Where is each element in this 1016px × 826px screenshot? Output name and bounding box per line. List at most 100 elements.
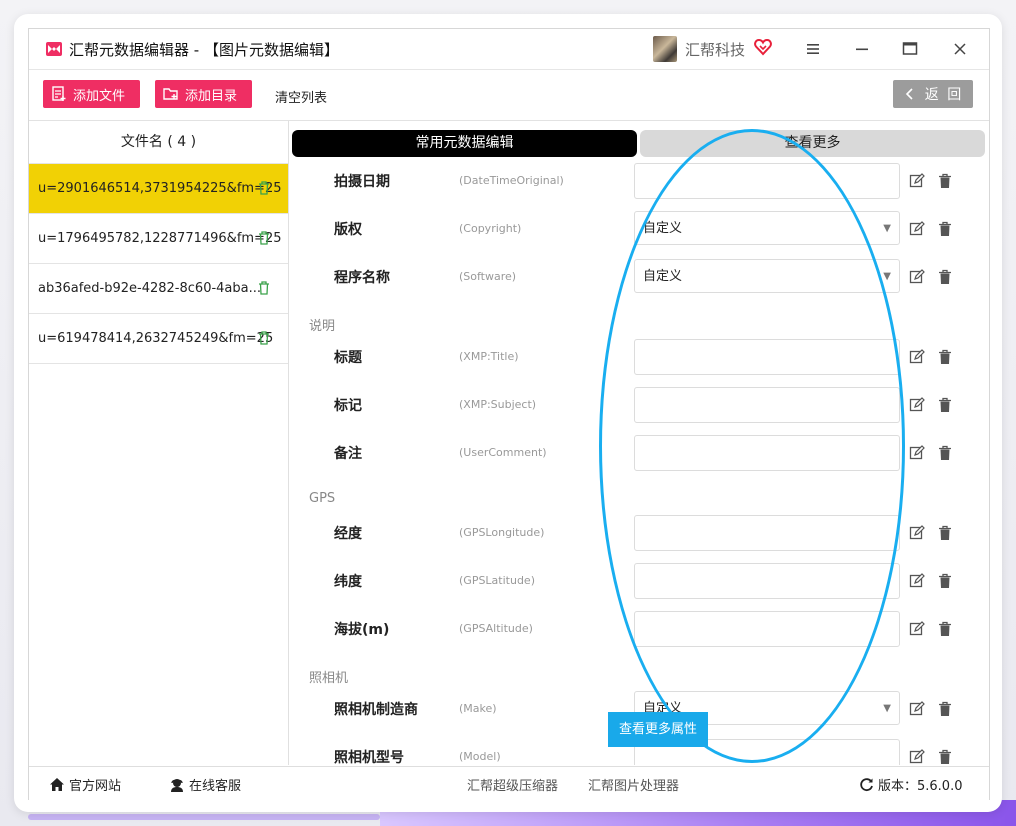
back-button[interactable]: 返 回 [893, 80, 973, 108]
add-folder-icon [163, 88, 178, 100]
field-row-date: 拍摄日期 (DateTimeOriginal) [289, 163, 989, 199]
field-label: 纬度 [334, 574, 362, 590]
file-name: u=619478414,2632745249&fm=25 [38, 331, 274, 346]
dropdown-arrow-icon: ▼ [883, 703, 891, 714]
delete-icon[interactable] [938, 269, 952, 285]
clear-list-button[interactable]: 清空列表 [275, 87, 327, 106]
delete-file-icon[interactable] [258, 331, 270, 345]
close-icon[interactable] [947, 37, 973, 61]
delete-icon[interactable] [938, 173, 952, 189]
field-label: 经度 [334, 526, 362, 542]
field-label: 程序名称 [334, 270, 390, 286]
edit-icon[interactable] [909, 701, 925, 717]
edit-icon[interactable] [909, 173, 925, 189]
edit-icon[interactable] [909, 749, 925, 765]
file-list-panel: 文件名 ( 4 ) u=2901646514,3731954225&fm=25 … [29, 121, 289, 765]
online-service-link[interactable]: 在线客服 [169, 775, 241, 794]
user-avatar[interactable] [653, 36, 677, 62]
service-label: 在线客服 [189, 779, 242, 794]
delete-icon[interactable] [938, 397, 952, 413]
field-key: (DateTimeOriginal) [459, 174, 564, 187]
edit-icon[interactable] [909, 573, 925, 589]
minimize-icon[interactable] [849, 37, 875, 61]
delete-file-icon[interactable] [258, 281, 270, 295]
chevron-left-icon [905, 88, 913, 100]
edit-icon[interactable] [909, 349, 925, 365]
version-label: 版本：5.6.0.0 [878, 779, 963, 794]
delete-icon[interactable] [938, 221, 952, 237]
view-more-properties-tooltip[interactable]: 查看更多属性 [608, 712, 708, 747]
edit-icon[interactable] [909, 221, 925, 237]
status-bar: 官方网站 在线客服 汇帮超级压缩器 汇帮图片处理器 版本：5.6.0.0 [29, 766, 989, 800]
app-logo-icon [46, 42, 62, 56]
field-key: (UserComment) [459, 446, 547, 459]
field-label: 标记 [334, 398, 362, 414]
brand-name: 汇帮科技 [685, 41, 746, 59]
title-bar: 汇帮元数据编辑器 - 【图片元数据编辑】 汇帮科技 [29, 29, 989, 70]
delete-icon[interactable] [938, 445, 952, 461]
delete-icon[interactable] [938, 749, 952, 765]
image-tool-link[interactable]: 汇帮图片处理器 [588, 775, 679, 794]
field-key: (Model) [459, 750, 501, 763]
add-directory-button[interactable]: 添加目录 [155, 80, 252, 108]
edit-icon[interactable] [909, 269, 925, 285]
refresh-icon [860, 778, 873, 792]
field-key: (GPSLatitude) [459, 574, 535, 587]
file-list-item[interactable]: ab36afed-b92e-4282-8c60-4aba... [29, 264, 288, 314]
field-label: 版权 [334, 222, 362, 238]
section-description: 说明 [309, 319, 336, 334]
field-label: 照相机制造商 [334, 702, 418, 718]
dropdown-arrow-icon: ▼ [883, 223, 891, 234]
file-list-item[interactable]: u=1796495782,1228771496&fm=25 [29, 214, 288, 264]
field-label: 照相机型号 [334, 750, 404, 765]
customer-service-icon [171, 778, 183, 792]
file-list-item[interactable]: u=619478414,2632745249&fm=25 [29, 314, 288, 364]
annotation-ellipse [599, 129, 905, 763]
maximize-icon[interactable] [897, 37, 923, 61]
edit-icon[interactable] [909, 397, 925, 413]
add-file-button[interactable]: 添加文件 [43, 80, 140, 108]
home-icon [50, 778, 64, 791]
field-label: 拍摄日期 [334, 174, 390, 190]
file-list-header: 文件名 ( 4 ) [29, 121, 288, 164]
edit-icon[interactable] [909, 445, 925, 461]
compressor-link[interactable]: 汇帮超级压缩器 [467, 775, 558, 794]
file-name: ab36afed-b92e-4282-8c60-4aba... [38, 281, 262, 296]
field-label: 备注 [334, 446, 362, 462]
tab-common-metadata[interactable]: 常用元数据编辑 [292, 130, 637, 157]
field-key: (Make) [459, 702, 497, 715]
edit-icon[interactable] [909, 525, 925, 541]
field-key: (GPSLongitude) [459, 526, 545, 539]
field-key: (XMP:Subject) [459, 398, 537, 411]
delete-file-icon[interactable] [258, 231, 270, 245]
field-key: (Copyright) [459, 222, 522, 235]
file-name: u=2901646514,3731954225&fm=25 [38, 181, 282, 196]
add-directory-label: 添加目录 [185, 88, 238, 104]
field-label: 标题 [334, 350, 362, 366]
section-camera: 照相机 [309, 671, 349, 686]
vip-heart-icon[interactable] [754, 38, 772, 56]
file-list-item[interactable]: u=2901646514,3731954225&fm=25 [29, 164, 288, 214]
field-key: (GPSAltitude) [459, 622, 533, 635]
toolbar: 添加文件 添加目录 清空列表 返 回 [29, 70, 989, 121]
delete-icon[interactable] [938, 701, 952, 717]
field-key: (Software) [459, 270, 517, 283]
file-name: u=1796495782,1228771496&fm=25 [38, 231, 282, 246]
field-label: 海拔(m) [334, 622, 390, 638]
window-title: 汇帮元数据编辑器 - 【图片元数据编辑】 [69, 41, 339, 59]
edit-icon[interactable] [909, 621, 925, 637]
section-gps: GPS [309, 491, 336, 506]
delete-icon[interactable] [938, 573, 952, 589]
delete-icon[interactable] [938, 525, 952, 541]
delete-file-icon[interactable] [258, 181, 270, 195]
website-label: 官方网站 [69, 779, 122, 794]
delete-icon[interactable] [938, 349, 952, 365]
background-strip-left [28, 814, 380, 820]
add-file-icon [52, 86, 66, 101]
delete-icon[interactable] [938, 621, 952, 637]
menu-icon[interactable] [800, 37, 826, 61]
version-info[interactable]: 版本：5.6.0.0 [859, 775, 962, 794]
official-website-link[interactable]: 官方网站 [49, 775, 121, 794]
back-label: 返 回 [924, 87, 964, 103]
add-file-label: 添加文件 [73, 88, 126, 104]
